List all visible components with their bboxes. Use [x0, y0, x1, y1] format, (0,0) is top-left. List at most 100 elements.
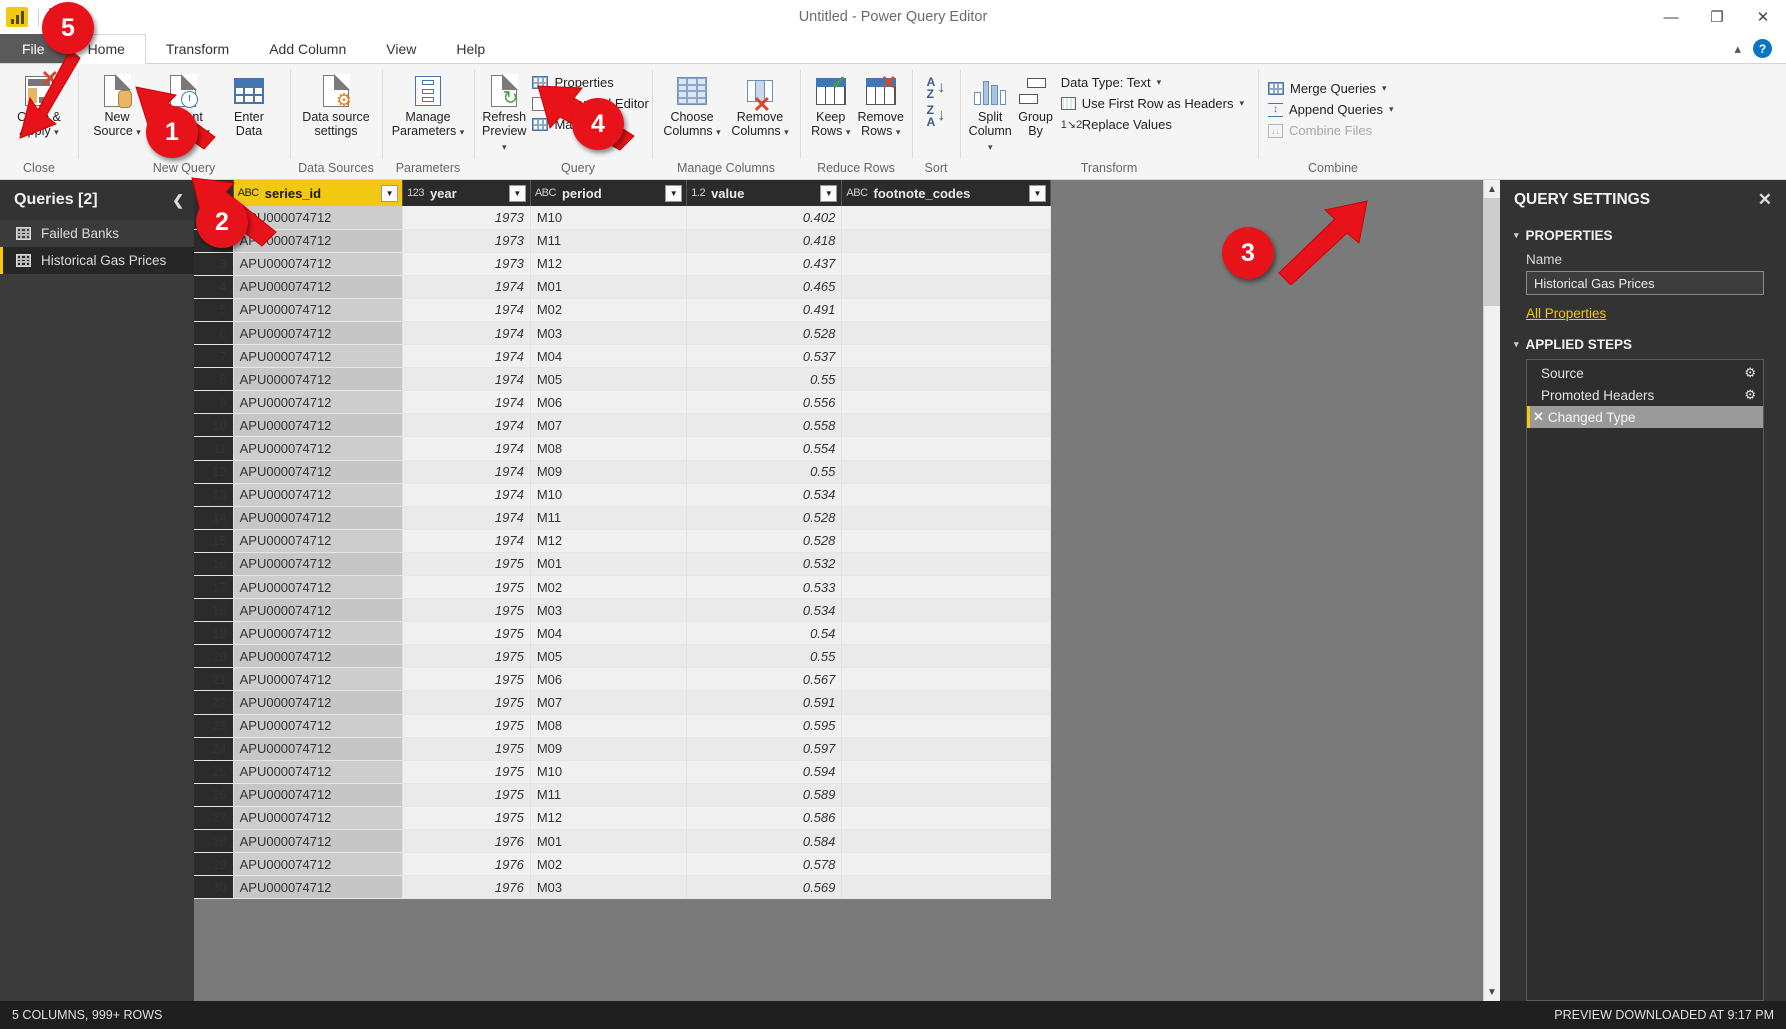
cell-value[interactable]: 0.55: [687, 460, 842, 483]
table-row[interactable]: 12APU0000747121974M090.55: [194, 460, 1051, 483]
step-settings-gear-icon[interactable]: ⚙: [1744, 365, 1756, 381]
cell-period[interactable]: M06: [530, 391, 686, 414]
cell-value[interactable]: 0.55: [687, 645, 842, 668]
cell-value[interactable]: 0.534: [687, 483, 842, 506]
properties-section-header[interactable]: ▾ PROPERTIES: [1514, 228, 1772, 243]
cell-period[interactable]: M04: [530, 345, 686, 368]
cell-series-id[interactable]: APU000074712: [233, 737, 402, 760]
collapse-ribbon-icon[interactable]: ▴: [1734, 41, 1741, 57]
cell-footnote-codes[interactable]: [842, 622, 1051, 645]
sort-descending-icon[interactable]: ZA↓: [927, 104, 946, 128]
cell-value[interactable]: 0.594: [687, 760, 842, 783]
filter-dropdown-icon[interactable]: ▼: [381, 185, 398, 202]
replace-values-button[interactable]: 1↘2 Replace Values: [1057, 114, 1252, 135]
step-settings-gear-icon[interactable]: ⚙: [1744, 387, 1756, 403]
cell-value[interactable]: 0.54: [687, 622, 842, 645]
cell-series-id[interactable]: APU000074712: [233, 876, 402, 899]
tab-view[interactable]: View: [366, 34, 436, 63]
query-name-input[interactable]: Historical Gas Prices: [1526, 271, 1764, 295]
append-queries-button[interactable]: ↕ Append Queries ▾: [1264, 99, 1401, 120]
cell-footnote-codes[interactable]: [842, 460, 1051, 483]
cell-period[interactable]: M02: [530, 576, 686, 599]
cell-footnote-codes[interactable]: [842, 714, 1051, 737]
all-properties-link[interactable]: All Properties: [1526, 306, 1606, 321]
cell-value[interactable]: 0.569: [687, 876, 842, 899]
applied-steps-section-header[interactable]: ▾ APPLIED STEPS: [1514, 337, 1772, 352]
table-row[interactable]: 1APU0000747121973M100.402: [194, 206, 1051, 229]
cell-period[interactable]: M10: [530, 483, 686, 506]
cell-footnote-codes[interactable]: [842, 668, 1051, 691]
cell-series-id[interactable]: APU000074712: [233, 622, 402, 645]
cell-period[interactable]: M10: [530, 760, 686, 783]
cell-year[interactable]: 1976: [403, 853, 531, 876]
tab-add-column[interactable]: Add Column: [249, 34, 366, 63]
table-row[interactable]: 17APU0000747121975M020.533: [194, 576, 1051, 599]
cell-series-id[interactable]: APU000074712: [233, 760, 402, 783]
applied-step-source[interactable]: Source⚙: [1527, 362, 1763, 384]
cell-footnote-codes[interactable]: [842, 229, 1051, 252]
cell-footnote-codes[interactable]: [842, 853, 1051, 876]
cell-series-id[interactable]: APU000074712: [233, 668, 402, 691]
cell-value[interactable]: 0.595: [687, 714, 842, 737]
cell-value[interactable]: 0.567: [687, 668, 842, 691]
cell-footnote-codes[interactable]: [842, 783, 1051, 806]
table-row[interactable]: 23APU0000747121975M080.595: [194, 714, 1051, 737]
table-row[interactable]: 13APU0000747121974M100.534: [194, 483, 1051, 506]
cell-value[interactable]: 0.418: [687, 229, 842, 252]
table-row[interactable]: 10APU0000747121974M070.558: [194, 414, 1051, 437]
cell-year[interactable]: 1974: [403, 391, 531, 414]
manage-parameters-button[interactable]: Manage Parameters ▾: [388, 68, 468, 139]
cell-footnote-codes[interactable]: [842, 252, 1051, 275]
cell-series-id[interactable]: APU000074712: [233, 437, 402, 460]
table-row[interactable]: 20APU0000747121975M050.55: [194, 645, 1051, 668]
cell-value[interactable]: 0.402: [687, 206, 842, 229]
scrollbar-track[interactable]: [1484, 198, 1500, 983]
cell-value[interactable]: 0.534: [687, 599, 842, 622]
cell-period[interactable]: M07: [530, 414, 686, 437]
table-row[interactable]: 26APU0000747121975M110.589: [194, 783, 1051, 806]
choose-columns-button[interactable]: Choose Columns ▾: [658, 68, 726, 139]
cell-period[interactable]: M12: [530, 529, 686, 552]
column-header-period[interactable]: ABC period ▼: [530, 180, 686, 206]
cell-footnote-codes[interactable]: [842, 275, 1051, 298]
tab-help[interactable]: Help: [436, 34, 505, 63]
cell-year[interactable]: 1974: [403, 298, 531, 321]
column-header-value[interactable]: 1.2 value ▼: [687, 180, 842, 206]
cell-value[interactable]: 0.591: [687, 691, 842, 714]
cell-value[interactable]: 0.533: [687, 576, 842, 599]
cell-footnote-codes[interactable]: [842, 206, 1051, 229]
cell-year[interactable]: 1974: [403, 506, 531, 529]
cell-value[interactable]: 0.491: [687, 298, 842, 321]
cell-value[interactable]: 0.537: [687, 345, 842, 368]
table-row[interactable]: 29APU0000747121976M020.578: [194, 853, 1051, 876]
table-row[interactable]: 4APU0000747121974M010.465: [194, 275, 1051, 298]
table-row[interactable]: 19APU0000747121975M040.54: [194, 622, 1051, 645]
cell-footnote-codes[interactable]: [842, 876, 1051, 899]
cell-footnote-codes[interactable]: [842, 737, 1051, 760]
cell-series-id[interactable]: APU000074712: [233, 345, 402, 368]
cell-period[interactable]: M02: [530, 853, 686, 876]
filter-dropdown-icon[interactable]: ▼: [1029, 185, 1046, 202]
table-row[interactable]: 22APU0000747121975M070.591: [194, 691, 1051, 714]
table-row[interactable]: 5APU0000747121974M020.491: [194, 298, 1051, 321]
cell-year[interactable]: 1973: [403, 206, 531, 229]
table-row[interactable]: 21APU0000747121975M060.567: [194, 668, 1051, 691]
group-by-button[interactable]: Group By: [1014, 68, 1056, 139]
data-source-settings-button[interactable]: ⚙ Data source settings: [296, 68, 376, 139]
cell-period[interactable]: M01: [530, 552, 686, 575]
delete-step-icon[interactable]: ✕: [1533, 409, 1544, 425]
cell-period[interactable]: M03: [530, 321, 686, 344]
applied-step-changed-type[interactable]: ✕Changed Type: [1527, 406, 1763, 428]
cell-year[interactable]: 1973: [403, 252, 531, 275]
cell-footnote-codes[interactable]: [842, 391, 1051, 414]
cell-footnote-codes[interactable]: [842, 599, 1051, 622]
cell-series-id[interactable]: APU000074712: [233, 414, 402, 437]
cell-year[interactable]: 1974: [403, 437, 531, 460]
close-icon[interactable]: ✕: [1758, 190, 1772, 210]
cell-year[interactable]: 1974: [403, 321, 531, 344]
cell-series-id[interactable]: APU000074712: [233, 576, 402, 599]
cell-year[interactable]: 1974: [403, 368, 531, 391]
scroll-down-icon[interactable]: ▼: [1484, 983, 1500, 1001]
table-row[interactable]: 8APU0000747121974M050.55: [194, 368, 1051, 391]
cell-series-id[interactable]: APU000074712: [233, 783, 402, 806]
